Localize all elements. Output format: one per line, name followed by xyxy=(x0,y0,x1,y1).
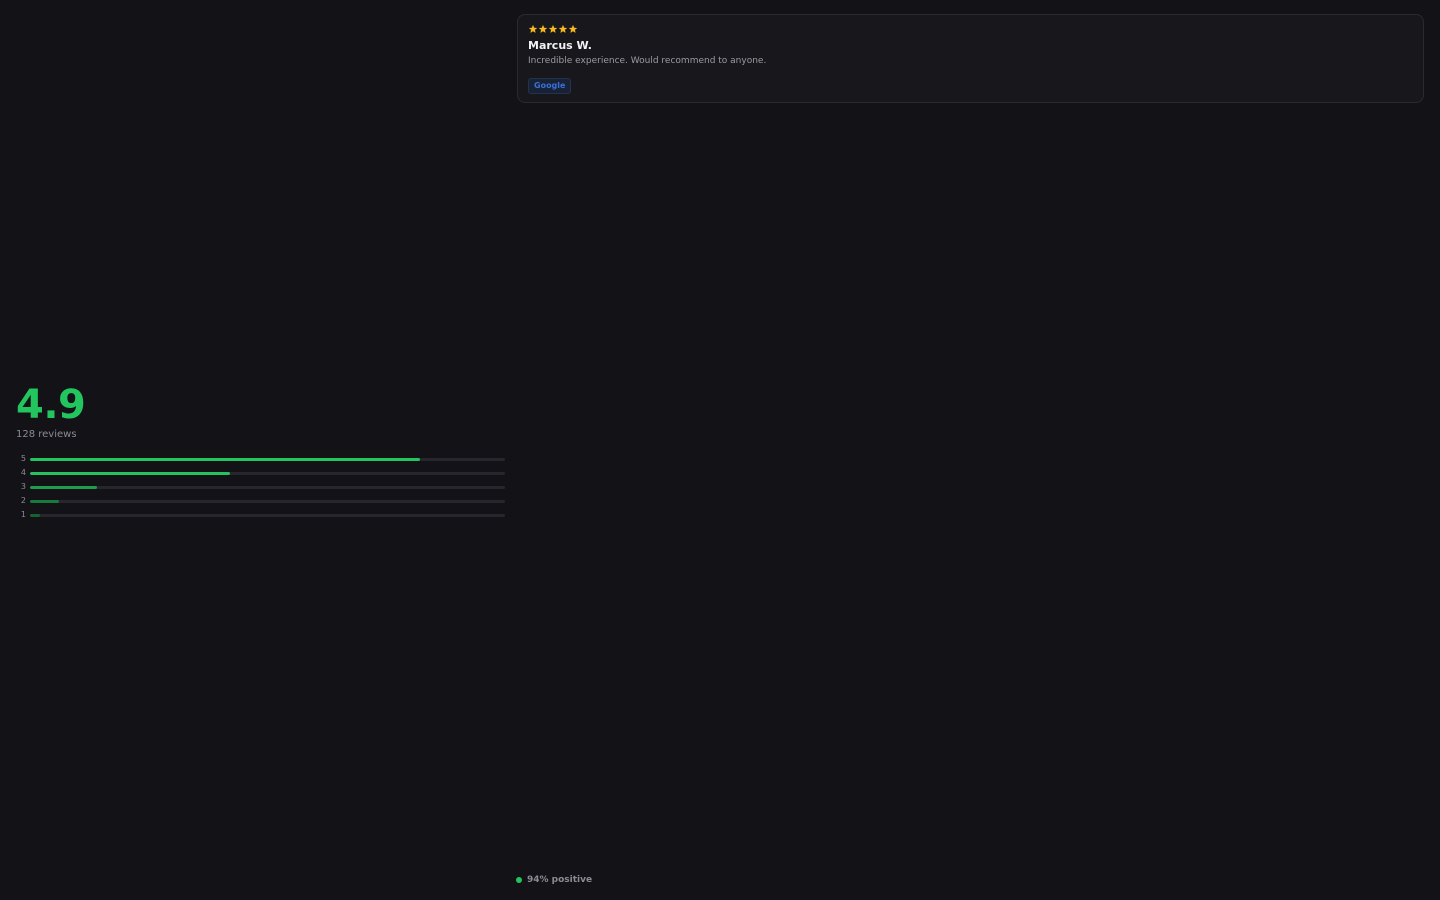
rating-bar-label: 4 xyxy=(20,468,26,477)
review-card[interactable]: Marcus W. Incredible experience. Would r… xyxy=(517,14,1424,103)
status-dot-icon xyxy=(516,877,522,883)
rating-bar-label: 2 xyxy=(20,496,26,505)
positive-percentage: 94% positive xyxy=(527,875,593,885)
rating-bar-fill xyxy=(30,457,420,461)
star-icon xyxy=(558,23,568,35)
star-rating xyxy=(528,23,1413,35)
rating-bar-fill xyxy=(30,513,40,517)
average-score: 4.9 xyxy=(16,382,86,428)
rating-bar-fill xyxy=(30,499,59,503)
rating-summary: 4.9 128 reviews 5 4 3 2 1 xyxy=(16,382,506,520)
positive-indicator: 94% positive xyxy=(516,874,592,886)
reviews-page: 4.9 128 reviews 5 4 3 2 1 Marcus W. Incredib… xyxy=(0,0,1440,900)
star-icon xyxy=(568,23,578,35)
rating-bar-track xyxy=(30,471,505,475)
rating-bar-label: 5 xyxy=(20,454,26,463)
rating-bar-label: 3 xyxy=(20,482,26,491)
rating-bar-track xyxy=(30,485,505,489)
review-count: 128 reviews xyxy=(16,429,77,440)
source-badge[interactable]: Google xyxy=(528,78,572,94)
rating-bar-track xyxy=(30,499,505,503)
review-text: Incredible experience. Would recommend t… xyxy=(528,56,767,66)
rating-bar-row: 5 xyxy=(16,454,506,464)
rating-bar-row: 1 xyxy=(16,510,506,520)
reviewer-name: Marcus W. xyxy=(528,39,592,52)
rating-bar-row: 3 xyxy=(16,482,506,492)
rating-bar-row: 4 xyxy=(16,468,506,478)
rating-bar-fill xyxy=(30,485,97,489)
star-icon xyxy=(538,23,548,35)
star-icon xyxy=(548,23,558,35)
rating-bar-track xyxy=(30,513,505,517)
star-icon xyxy=(528,23,538,35)
rating-bar-fill xyxy=(30,471,230,475)
rating-bar-track xyxy=(30,457,505,461)
rating-distribution: 5 4 3 2 1 xyxy=(16,454,506,520)
rating-bar-row: 2 xyxy=(16,496,506,506)
rating-bar-label: 1 xyxy=(20,510,26,519)
